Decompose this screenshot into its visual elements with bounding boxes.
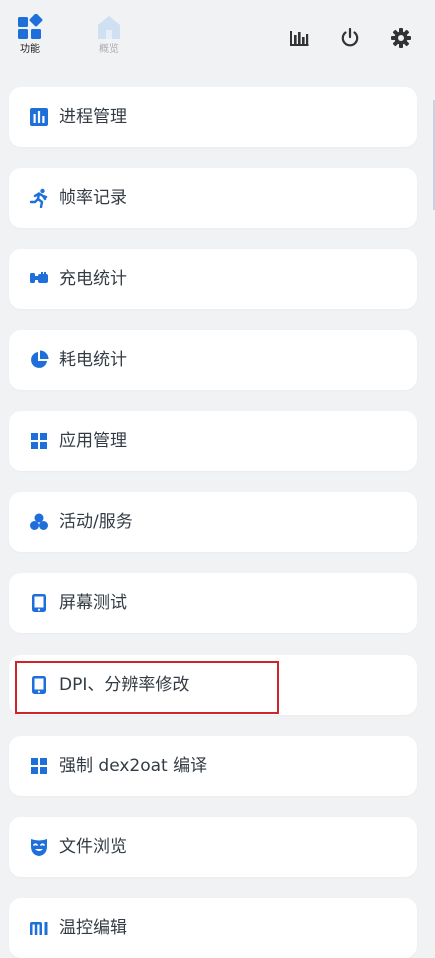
menu-item-label: DPI、分辨率修改 — [59, 675, 190, 695]
menu-item-label: 屏幕测试 — [59, 593, 127, 613]
theater-mask-icon — [31, 839, 47, 856]
tab-functions[interactable]: 功能 — [8, 14, 52, 56]
menu-item-dpi-resolution[interactable]: DPI、分辨率修改 — [9, 655, 417, 715]
menu-item-charge-stats[interactable]: 充电统计 — [9, 249, 417, 309]
power-button[interactable] — [338, 26, 362, 50]
menu-item-activity-service[interactable]: 活动/服务 — [9, 492, 417, 552]
menu-item-label: 充电统计 — [59, 269, 127, 289]
running-person-icon — [29, 188, 48, 208]
power-icon — [341, 27, 359, 47]
menu-item-screen-test[interactable]: 屏幕测试 — [9, 573, 417, 633]
apps-grid-icon — [31, 758, 47, 774]
menu-item-label: 耗电统计 — [59, 350, 127, 370]
tab-functions-label: 功能 — [20, 44, 40, 55]
phone-icon — [32, 676, 46, 694]
pie-chart-icon — [31, 350, 49, 368]
stats-button[interactable] — [287, 26, 311, 50]
gear-icon — [391, 28, 411, 48]
menu-item-file-browser[interactable]: 文件浏览 — [9, 817, 417, 877]
menu-item-label: 温控编辑 — [59, 918, 127, 938]
charger-plug-icon — [30, 272, 48, 283]
menu-item-label: 强制 dex2oat 编译 — [59, 756, 208, 776]
tab-overview-label: 概览 — [99, 44, 119, 55]
grid-diamond-icon — [18, 14, 43, 39]
menu-item-label: 文件浏览 — [59, 837, 127, 857]
home-icon — [98, 16, 120, 39]
menu-item-label: 帧率记录 — [59, 188, 127, 208]
menu-item-process-manager[interactable]: 进程管理 — [9, 87, 417, 147]
settings-button[interactable] — [389, 26, 413, 50]
menu-item-power-stats[interactable]: 耗电统计 — [9, 330, 417, 390]
menu-item-thermal-edit[interactable]: 温控编辑 — [9, 898, 417, 958]
menu-item-app-manager[interactable]: 应用管理 — [9, 411, 417, 471]
menu-item-force-dex2oat[interactable]: 强制 dex2oat 编译 — [9, 736, 417, 796]
circles-cluster-icon — [30, 513, 48, 530]
bar-chart-icon — [30, 108, 48, 126]
tab-overview[interactable]: 概览 — [87, 14, 131, 56]
menu-item-fps-record[interactable]: 帧率记录 — [9, 168, 417, 228]
menu-item-label: 应用管理 — [59, 431, 127, 451]
bar-chart-icon — [290, 31, 309, 46]
mi-logo-icon — [30, 922, 48, 935]
top-bar: 功能 概览 — [0, 0, 435, 76]
menu-item-label: 进程管理 — [59, 107, 127, 127]
phone-icon — [32, 594, 46, 612]
apps-grid-icon — [31, 433, 47, 449]
menu-item-label: 活动/服务 — [59, 512, 133, 532]
